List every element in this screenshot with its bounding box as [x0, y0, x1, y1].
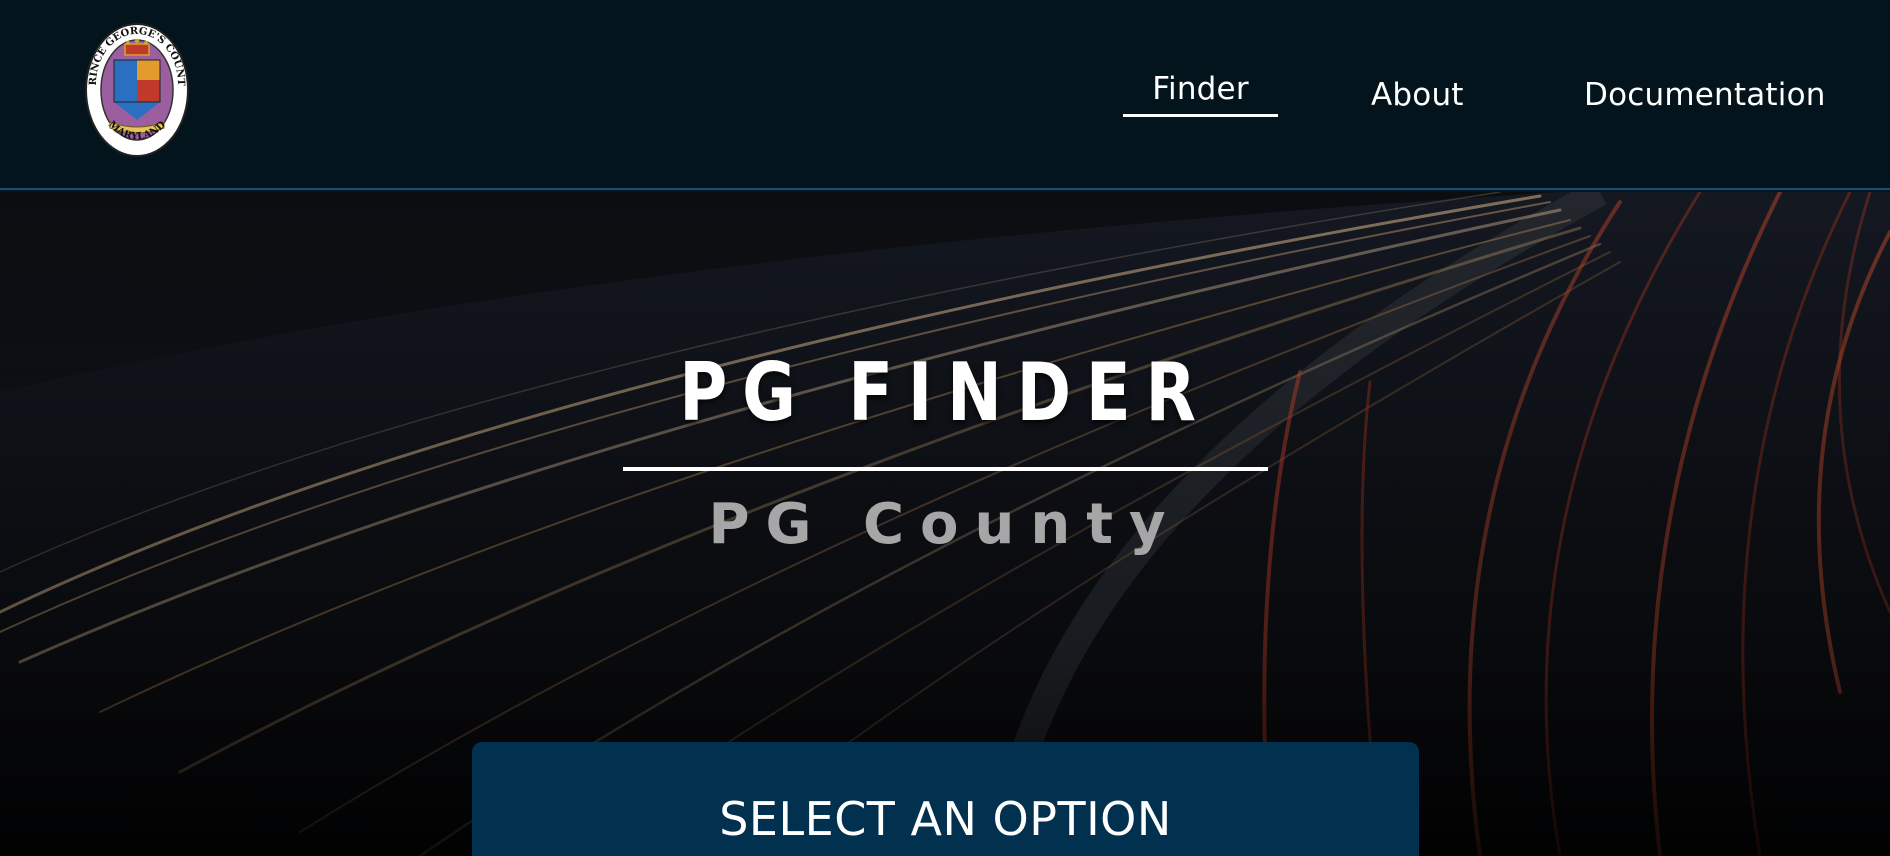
select-option-button[interactable]: SELECT AN OPTION [472, 742, 1419, 856]
county-seal-icon: PRINCE GEORGE'S COUNTY MARYLAND [79, 14, 189, 157]
hero-subtitle: PG County [708, 492, 1182, 557]
hero-divider [623, 467, 1268, 471]
county-seal-logo[interactable]: PRINCE GEORGE'S COUNTY MARYLAND [79, 14, 190, 158]
nav-documentation-link[interactable]: Documentation [1584, 0, 1826, 190]
hero-title: PG FINDER [679, 346, 1211, 439]
nav-active-underline [1123, 114, 1278, 117]
nav-about-link[interactable]: About [1371, 0, 1464, 190]
site-header: PRINCE GEORGE'S COUNTY MARYLAND Finder A… [0, 0, 1890, 190]
nav-finder-link[interactable]: Finder [1123, 0, 1278, 184]
